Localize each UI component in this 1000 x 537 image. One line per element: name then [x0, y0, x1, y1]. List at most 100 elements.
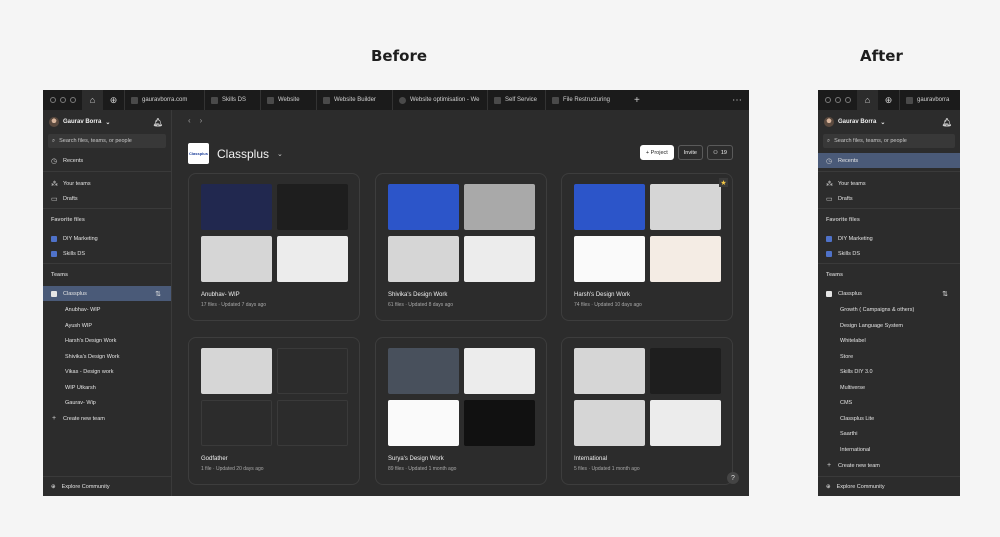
card-meta: 17 files · Updated 7 days ago	[201, 302, 267, 308]
file-thumbnail	[574, 236, 645, 282]
card-title: Godfather	[201, 456, 228, 462]
team-logo: Classplus	[188, 143, 209, 164]
project-card[interactable]: Godfather 1 file · Updated 20 days ago	[188, 337, 360, 485]
file-thumbnail	[388, 184, 459, 230]
project-item[interactable]: Gaurav- Wip	[43, 396, 171, 409]
help-button[interactable]: ?	[727, 472, 739, 484]
globe-icon[interactable]: ⊕	[878, 90, 899, 110]
back-arrow-icon[interactable]: ‹	[188, 116, 191, 125]
search-input[interactable]: ⌕ Search files, teams, or people	[48, 134, 166, 148]
settings-icon[interactable]: ⇅	[942, 290, 948, 298]
new-project-button[interactable]: + Project	[639, 145, 674, 160]
favorite-item[interactable]: Skills DS	[43, 247, 171, 260]
file-thumbnail	[388, 236, 459, 282]
file-thumbnail	[464, 400, 535, 446]
globe-icon[interactable]: ⊕	[103, 90, 124, 110]
create-team-button[interactable]: + Create new team	[818, 459, 960, 472]
home-icon[interactable]: ⌂	[857, 90, 878, 110]
tab-file[interactable]: gauravborra.com	[124, 90, 204, 110]
project-item[interactable]: CMS	[818, 396, 960, 409]
file-icon	[51, 250, 57, 257]
sidebar-item-team[interactable]: Classplus ⇅	[818, 287, 960, 300]
card-meta: 74 files · Updated 10 days ago	[574, 302, 642, 308]
tab-file[interactable]: Website Builder	[316, 90, 392, 110]
globe-icon: ⊕	[51, 483, 56, 490]
team-header: Classplus Classplus ⌄	[188, 143, 283, 164]
file-icon	[267, 96, 274, 104]
sidebar-item-drafts[interactable]: ▭ Drafts	[818, 192, 960, 205]
chevron-down-icon[interactable]: ⌄	[277, 150, 283, 158]
invite-button[interactable]: Invite	[677, 145, 703, 160]
project-item[interactable]: Multiverse	[818, 381, 960, 394]
user-menu[interactable]: Gaurav Borra ⌄ 🔔︎	[49, 116, 163, 128]
sidebar-item-recents[interactable]: ◷ Recents	[43, 154, 171, 167]
sidebar-item-team[interactable]: Classplus ⇅	[43, 286, 171, 301]
project-item[interactable]: Store	[818, 350, 960, 363]
bell-icon[interactable]: 🔔︎	[942, 118, 952, 127]
tab-file[interactable]: Website	[260, 90, 316, 110]
project-item[interactable]: Ayush WIP	[43, 319, 171, 332]
members-button[interactable]: ⚇ 19	[706, 145, 733, 160]
window-controls[interactable]	[43, 90, 82, 110]
home-icon[interactable]: ⌂	[82, 90, 103, 110]
project-card[interactable]: Anubhav- WIP 17 files · Updated 7 days a…	[188, 173, 360, 321]
search-input[interactable]: ⌕ Search files, teams, or people	[823, 134, 955, 148]
project-card[interactable]: ★ Harsh's Design Work 74 files · Updated…	[561, 173, 733, 321]
window-controls[interactable]	[818, 90, 857, 110]
file-thumbnail	[650, 400, 721, 446]
star-icon[interactable]: ★	[719, 178, 728, 187]
project-card[interactable]: Shivika's Design Work 61 files · Updated…	[375, 173, 547, 321]
sidebar-item-recents[interactable]: ◷ Recents	[818, 153, 960, 168]
project-item[interactable]: Harsh's Design Work	[43, 334, 171, 347]
file-thumbnail	[388, 348, 459, 394]
clock-icon: ◷	[51, 157, 58, 165]
card-title: Harsh's Design Work	[574, 292, 631, 298]
project-item[interactable]: Saarthi	[818, 427, 960, 440]
project-item[interactable]: Design Language System	[818, 319, 960, 332]
file-icon	[826, 235, 832, 242]
tab-file[interactable]: File Restructuring	[545, 90, 625, 110]
project-card[interactable]: Surya's Design Work 89 files · Updated 1…	[375, 337, 547, 485]
card-title: International	[574, 456, 608, 462]
tab-file[interactable]: Skills DS	[204, 90, 260, 110]
project-item[interactable]: Skills DIY 3.0	[818, 365, 960, 378]
sidebar-item-your-teams[interactable]: ⁂ Your teams	[818, 177, 960, 190]
project-card[interactable]: International 5 files · Updated 1 month …	[561, 337, 733, 485]
file-thumbnail	[277, 184, 348, 230]
sidebar-item-drafts[interactable]: ▭ Drafts	[43, 192, 171, 205]
project-item[interactable]: Anubhav- WIP	[43, 303, 171, 316]
forward-arrow-icon[interactable]: ›	[200, 116, 203, 125]
tab-file[interactable]: gauravborra	[899, 90, 959, 110]
favorite-item[interactable]: DIY Marketing	[818, 232, 960, 245]
favorite-files-label: Favorite files	[51, 217, 85, 223]
project-item[interactable]: Classplus Lite	[818, 412, 960, 425]
favorite-files-label: Favorite files	[826, 217, 860, 223]
globe-icon: ⊕	[826, 483, 831, 490]
project-item[interactable]: Vikas - Design work	[43, 365, 171, 378]
tab-file[interactable]: Website optimisation - We	[392, 90, 487, 110]
project-item[interactable]: International	[818, 443, 960, 456]
settings-icon[interactable]: ⇅	[155, 290, 161, 298]
file-thumbnail	[464, 184, 535, 230]
create-team-button[interactable]: + Create new team	[43, 412, 171, 425]
favorite-item[interactable]: Skills DS	[818, 247, 960, 260]
explore-community-link[interactable]: ⊕ Explore Community	[43, 476, 171, 496]
project-item[interactable]: Shivika's Design Work	[43, 350, 171, 363]
project-item[interactable]: WIP Utkarsh	[43, 381, 171, 394]
tab-file[interactable]: Self Service	[487, 90, 545, 110]
tab-bar: ⌂ ⊕ gauravborra.com Skills DS Website We…	[43, 90, 749, 110]
file-thumbnail	[277, 348, 348, 394]
more-menu-icon[interactable]: ⋯	[725, 90, 749, 110]
teams-label: Teams	[51, 272, 69, 278]
project-item[interactable]: Whitelabel	[818, 334, 960, 347]
explore-community-link[interactable]: ⊕ Explore Community	[818, 476, 960, 496]
bell-icon[interactable]: 🔔︎	[153, 118, 163, 127]
sidebar-item-your-teams[interactable]: ⁂ Your teams	[43, 177, 171, 190]
card-meta: 61 files · Updated 8 days ago	[388, 302, 454, 308]
favorite-item[interactable]: DIY Marketing	[43, 232, 171, 245]
main-content: ‹ › Classplus Classplus ⌄ + Project Invit…	[173, 110, 749, 496]
new-tab-plus-icon[interactable]: +	[625, 90, 649, 110]
project-item[interactable]: Growth ( Campaigns & others)	[818, 303, 960, 316]
user-menu[interactable]: Gaurav Borra ⌄ 🔔︎	[824, 116, 952, 128]
teams-icon: ⁂	[51, 180, 58, 188]
